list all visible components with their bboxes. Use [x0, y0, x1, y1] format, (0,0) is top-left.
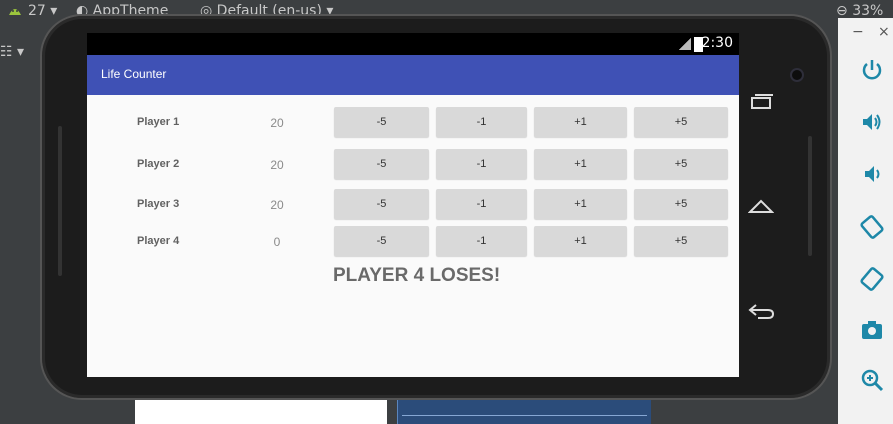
layout-icon[interactable]: ☷ ▾: [0, 44, 24, 60]
minus-5-button[interactable]: -5: [334, 226, 429, 256]
volume-up-icon[interactable]: [858, 110, 886, 138]
minus-5-button[interactable]: -5: [334, 149, 429, 179]
api-level-label: 27: [28, 3, 46, 19]
home-button[interactable]: [746, 197, 776, 217]
minus-1-button[interactable]: -1: [436, 149, 527, 179]
zoom-label: 33%: [852, 3, 884, 19]
player-life: 0: [273, 235, 281, 249]
volume-down-icon[interactable]: [858, 162, 886, 190]
player-life: 20: [270, 158, 284, 172]
zoom-display[interactable]: ⊖ 33%: [836, 3, 883, 19]
status-bar: 2:30: [87, 33, 739, 55]
rotate-left-icon[interactable]: [858, 214, 886, 242]
emulator-toolbar: − ×: [838, 18, 893, 424]
minus-5-button[interactable]: -5: [334, 189, 429, 219]
android-icon: [6, 3, 24, 21]
close-button[interactable]: ×: [878, 24, 890, 40]
game-over-message: PLAYER 4 LOSES!: [333, 265, 501, 286]
player-name: Player 2: [137, 158, 180, 170]
minus-5-button[interactable]: -5: [334, 107, 429, 137]
player-row: Player 1 20 -5 -1 +1 +5: [87, 107, 739, 139]
status-time: 2:30: [701, 35, 733, 51]
back-button[interactable]: [746, 302, 776, 322]
plus-1-button[interactable]: +1: [534, 226, 627, 256]
plus-5-button[interactable]: +5: [634, 226, 728, 256]
player-row: Player 4 0 -5 -1 +1 +5: [87, 226, 739, 258]
front-camera: [790, 68, 804, 82]
plus-1-button[interactable]: +1: [534, 149, 627, 179]
plus-5-button[interactable]: +5: [634, 189, 728, 219]
signal-icon: [679, 38, 691, 50]
camera-icon[interactable]: [858, 318, 886, 346]
api-level-select[interactable]: 27 ▾: [28, 3, 57, 19]
recents-icon: [751, 94, 773, 109]
player-name: Player 4: [137, 235, 180, 247]
minimize-button[interactable]: −: [852, 24, 864, 40]
home-icon: [747, 199, 775, 213]
minus-1-button[interactable]: -1: [436, 189, 527, 219]
player-row: Player 2 20 -5 -1 +1 +5: [87, 149, 739, 181]
device-screen: 2:30 Life Counter Player 1 20 -5 -1 +1 +…: [87, 33, 739, 377]
player-life: 20: [270, 116, 284, 130]
power-icon[interactable]: [858, 58, 886, 86]
rotate-right-icon[interactable]: [858, 266, 886, 294]
app-bar: Life Counter: [87, 55, 739, 95]
plus-1-button[interactable]: +1: [534, 189, 627, 219]
player-row: Player 3 20 -5 -1 +1 +5: [87, 189, 739, 221]
plus-5-button[interactable]: +5: [634, 149, 728, 179]
player-name: Player 3: [137, 198, 180, 210]
plus-1-button[interactable]: +1: [534, 107, 627, 137]
player-life: 20: [270, 198, 284, 212]
back-icon: [748, 304, 775, 319]
app-title: Life Counter: [101, 67, 167, 81]
minus-1-button[interactable]: -1: [436, 107, 527, 137]
plus-5-button[interactable]: +5: [634, 107, 728, 137]
zoom-icon[interactable]: [858, 368, 886, 396]
player-name: Player 1: [137, 116, 180, 128]
recents-button[interactable]: [746, 93, 776, 113]
minus-1-button[interactable]: -1: [436, 226, 527, 256]
layout-toolbar: ☷ ▾: [0, 38, 40, 68]
